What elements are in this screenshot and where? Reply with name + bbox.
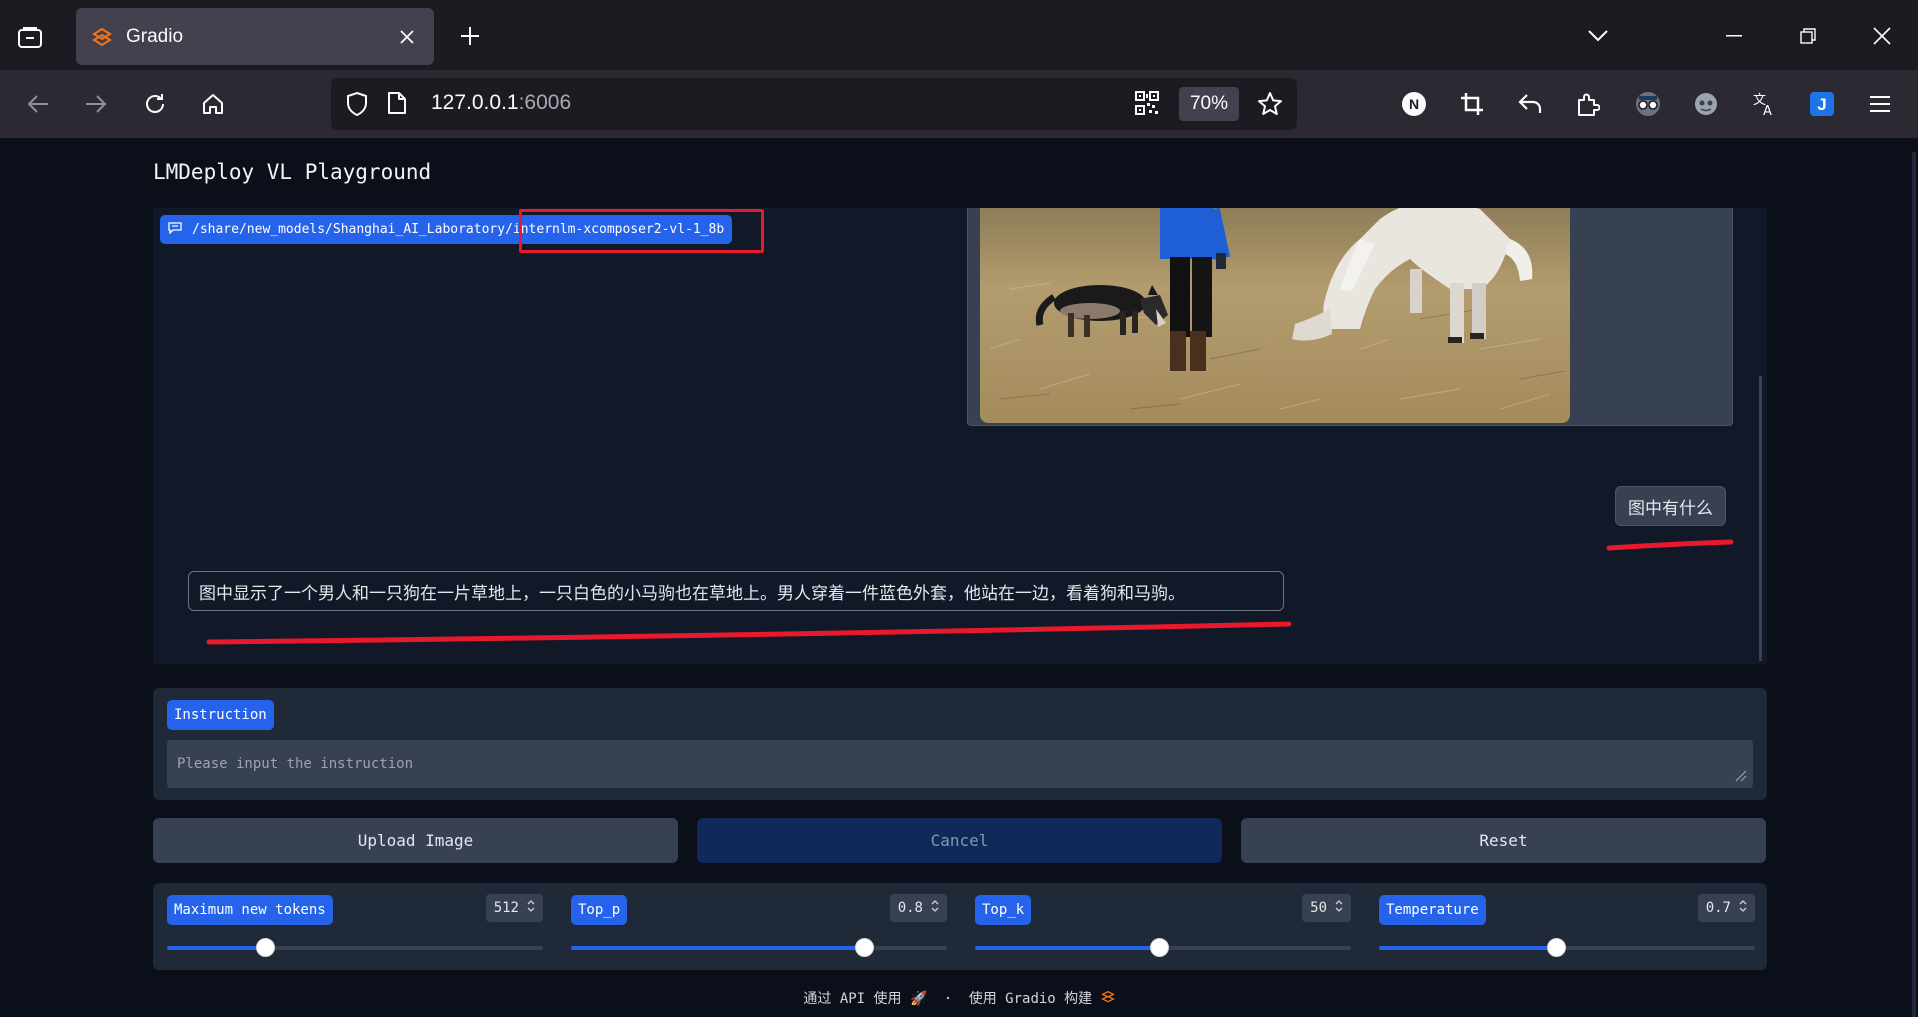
user-text-message: 图中有什么 bbox=[1615, 486, 1726, 526]
undo-icon[interactable] bbox=[1512, 86, 1548, 122]
browser-tab-bar: Gradio bbox=[0, 0, 1918, 70]
gradio-favicon-icon bbox=[92, 27, 112, 47]
param-label: Top_k bbox=[975, 895, 1032, 925]
param-slider-thumb[interactable] bbox=[255, 938, 275, 957]
user-message-underline-annotation bbox=[1606, 539, 1734, 551]
translate-icon[interactable]: 文A bbox=[1746, 86, 1782, 122]
zoom-level[interactable]: 70% bbox=[1179, 87, 1239, 121]
param-slider-fill bbox=[571, 946, 865, 950]
footer: 通过 API 使用 🚀 · 使用 Gradio 构建 bbox=[0, 988, 1918, 1008]
j-extension-icon[interactable]: J bbox=[1804, 86, 1840, 122]
param-slider-fill bbox=[1379, 946, 1556, 950]
back-icon[interactable] bbox=[20, 86, 56, 122]
crop-screenshot-icon[interactable] bbox=[1454, 86, 1490, 122]
param-number-input[interactable]: 0.8 bbox=[889, 894, 947, 922]
footer-gradio-link[interactable]: 使用 Gradio 构建 bbox=[969, 991, 1092, 1007]
spinner-icon[interactable] bbox=[527, 899, 535, 917]
instruction-block: Instruction bbox=[153, 688, 1767, 800]
param-label: Maximum new tokens bbox=[167, 895, 333, 925]
chatbot-panel: /share/new_models/Shanghai_AI_Laboratory… bbox=[153, 208, 1767, 664]
assistant-message-underline-annotation bbox=[206, 621, 1292, 645]
gradio-logo-icon bbox=[1100, 990, 1115, 1007]
home-icon[interactable] bbox=[195, 86, 231, 122]
param-max-new-tokens: Maximum new tokens 512 bbox=[167, 883, 543, 970]
extensions-puzzle-icon[interactable] bbox=[1570, 86, 1606, 122]
qr-code-icon[interactable] bbox=[1135, 91, 1159, 119]
param-temperature: Temperature 0.7 bbox=[1379, 883, 1755, 970]
param-value: 0.8 bbox=[897, 900, 923, 916]
tab-overview-icon[interactable] bbox=[14, 22, 46, 54]
svg-text:A: A bbox=[1763, 104, 1772, 117]
tampermonkey-extension-icon[interactable] bbox=[1688, 86, 1724, 122]
svg-text:N: N bbox=[1409, 96, 1419, 112]
param-number-input[interactable]: 512 bbox=[485, 894, 543, 922]
browser-tab[interactable]: Gradio bbox=[76, 8, 434, 65]
new-tab-icon[interactable] bbox=[454, 20, 486, 52]
param-slider[interactable] bbox=[1379, 938, 1755, 957]
svg-text:J: J bbox=[1817, 95, 1826, 114]
param-slider-thumb[interactable] bbox=[1546, 938, 1566, 957]
param-slider-fill bbox=[975, 946, 1160, 950]
url-host: 127.0.0.1 bbox=[431, 91, 519, 114]
upload-image-button[interactable]: Upload Image bbox=[153, 818, 678, 863]
footer-separator: · bbox=[943, 991, 953, 1007]
rocket-icon: 🚀 bbox=[909, 991, 928, 1007]
param-top-k: Top_k 50 bbox=[975, 883, 1351, 970]
close-window-icon[interactable] bbox=[1864, 18, 1900, 54]
notion-extension-icon[interactable]: N bbox=[1396, 86, 1432, 122]
resize-grip-icon[interactable] bbox=[1733, 767, 1747, 786]
reset-button[interactable]: Reset bbox=[1241, 818, 1766, 863]
param-slider[interactable] bbox=[571, 938, 947, 957]
browser-nav-bar: 127.0.0.1:6006 70% N 文A J bbox=[0, 70, 1918, 138]
uploaded-photo bbox=[980, 208, 1570, 423]
reload-icon[interactable] bbox=[137, 86, 173, 122]
forward-icon[interactable] bbox=[78, 86, 114, 122]
spy-glasses-extension-icon[interactable] bbox=[1630, 86, 1666, 122]
app-menu-icon[interactable] bbox=[1862, 86, 1898, 122]
tracking-protection-shield-icon[interactable] bbox=[345, 91, 369, 121]
minimize-icon[interactable] bbox=[1716, 18, 1752, 54]
page-scrollbar[interactable] bbox=[1912, 152, 1916, 1017]
generation-params-panel: Maximum new tokens 512 Top_p 0.8 Top_k 5… bbox=[153, 883, 1767, 970]
param-slider-fill bbox=[167, 946, 265, 950]
param-slider[interactable] bbox=[167, 938, 543, 957]
param-number-input[interactable]: 0.7 bbox=[1697, 894, 1755, 922]
list-all-tabs-icon[interactable] bbox=[1580, 18, 1616, 54]
user-image-message bbox=[967, 208, 1733, 426]
instruction-label: Instruction bbox=[167, 700, 274, 730]
chat-bubble-icon bbox=[168, 221, 182, 238]
param-label: Temperature bbox=[1379, 895, 1486, 925]
chat-scrollbar[interactable] bbox=[1759, 376, 1762, 661]
gradio-app: LMDeploy VL Playground /share/new_models… bbox=[0, 138, 1918, 1017]
cancel-button[interactable]: Cancel bbox=[697, 818, 1222, 863]
bookmark-star-icon[interactable] bbox=[1257, 91, 1283, 121]
param-value: 512 bbox=[493, 900, 519, 916]
restore-icon[interactable] bbox=[1790, 18, 1826, 54]
param-slider-thumb[interactable] bbox=[1150, 938, 1170, 957]
close-tab-icon[interactable] bbox=[396, 26, 418, 48]
address-bar[interactable]: 127.0.0.1:6006 70% bbox=[331, 78, 1297, 130]
url-port: :6006 bbox=[518, 91, 572, 114]
assistant-message: 图中显示了一个男人和一只狗在一片草地上，一只白色的小马驹也在草地上。男人穿着一件… bbox=[188, 571, 1284, 611]
param-label: Top_p bbox=[571, 895, 628, 925]
param-value: 50 bbox=[1310, 900, 1327, 916]
param-slider[interactable] bbox=[975, 938, 1351, 957]
url-text[interactable]: 127.0.0.1:6006 bbox=[431, 91, 571, 115]
param-slider-thumb[interactable] bbox=[855, 938, 875, 957]
instruction-input[interactable] bbox=[167, 740, 1753, 788]
spinner-icon[interactable] bbox=[1739, 899, 1747, 917]
param-value: 0.7 bbox=[1705, 900, 1731, 916]
spinner-icon[interactable] bbox=[1335, 899, 1343, 917]
page-title: LMDeploy VL Playground bbox=[153, 160, 432, 184]
param-top-p: Top_p 0.8 bbox=[571, 883, 947, 970]
spinner-icon[interactable] bbox=[931, 899, 939, 917]
page-info-icon[interactable] bbox=[387, 91, 407, 119]
model-name-highlight-annotation bbox=[519, 209, 764, 253]
param-number-input[interactable]: 50 bbox=[1302, 894, 1351, 922]
footer-api-link[interactable]: 通过 API 使用 bbox=[803, 991, 901, 1007]
tab-title: Gradio bbox=[126, 25, 184, 47]
